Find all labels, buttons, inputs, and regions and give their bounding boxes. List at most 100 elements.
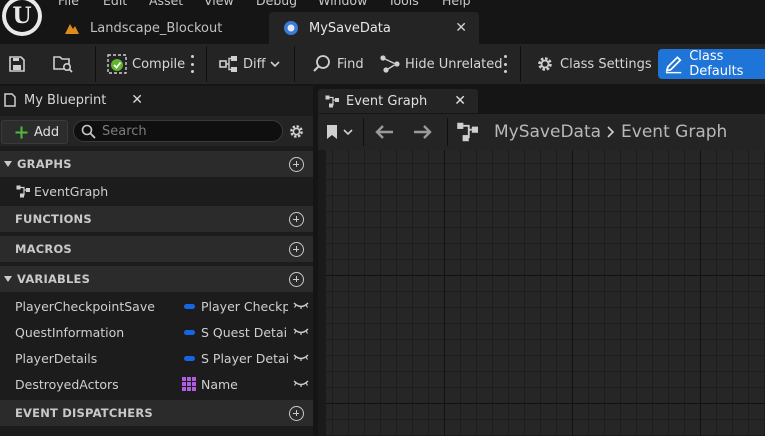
menu-help[interactable]: Help (442, 0, 471, 8)
menu-view[interactable]: View (204, 0, 234, 8)
bookmark-button[interactable] (326, 114, 353, 150)
blueprint-panel-icon (4, 93, 16, 107)
diff-label: Diff (243, 56, 266, 72)
browse-button[interactable] (52, 44, 74, 84)
toolbar-divider (520, 46, 521, 82)
diff-button[interactable]: Diff (219, 44, 280, 84)
variable-name: QuestInformation (15, 324, 125, 340)
section-macros[interactable]: MACROS (0, 236, 313, 262)
section-title: GRAPHS (17, 157, 72, 171)
graph-canvas[interactable] (318, 150, 765, 436)
graph-type-icon (456, 114, 480, 150)
add-function-icon[interactable] (289, 212, 304, 227)
search-input[interactable] (102, 123, 272, 139)
menu-tools[interactable]: Tools (388, 0, 419, 8)
add-label: Add (34, 124, 60, 140)
section-event-dispatchers[interactable]: EVENT DISPATCHERS (0, 400, 313, 426)
breadcrumb-event-graph[interactable]: Event Graph (621, 122, 727, 142)
section-graphs[interactable]: GRAPHS (0, 151, 313, 177)
eye-closed-icon[interactable] (293, 302, 309, 310)
class-defaults-button[interactable]: Class Defaults (658, 49, 765, 79)
chevron-down-icon (343, 129, 353, 136)
graph-icon (325, 95, 339, 107)
add-button[interactable]: Add (1, 120, 68, 144)
breadcrumb-mysavedata[interactable]: MySaveData (494, 122, 601, 142)
menu-file[interactable]: File (58, 0, 79, 8)
toolbar-divider (206, 46, 207, 82)
section-title: VARIABLES (17, 272, 91, 286)
find-label: Find (337, 56, 364, 72)
eye-closed-icon[interactable] (293, 354, 309, 362)
forward-button[interactable] (413, 114, 433, 150)
unreal-logo-icon[interactable]: U (2, 0, 42, 36)
section-title: EVENT DISPATCHERS (15, 406, 153, 420)
section-title: FUNCTIONS (15, 212, 92, 226)
close-icon[interactable]: ✕ (454, 93, 466, 109)
close-icon[interactable]: ✕ (131, 92, 143, 108)
find-button[interactable]: Find (312, 44, 364, 84)
my-blueprint-panel: My Blueprint ✕ Add GRAPHS EventGraph FUN… (0, 86, 313, 436)
close-icon[interactable]: ✕ (455, 20, 467, 36)
compile-label: Compile (132, 56, 186, 72)
variable-type[interactable]: S Player Details (184, 351, 288, 366)
chevron-down-icon (270, 61, 280, 68)
gear-icon (538, 57, 552, 71)
graph-toolbar: MySaveData Event Graph (318, 114, 765, 150)
variable-type-label: S Player Details (201, 350, 288, 366)
variable-type[interactable]: Player Checkpoint Save (184, 299, 288, 314)
graph-item-eventgraph[interactable]: EventGraph (0, 178, 313, 204)
hide-unrelated-button[interactable]: Hide Unrelated (379, 44, 503, 84)
class-defaults-label: Class Defaults (689, 49, 744, 79)
breadcrumb: MySaveData Event Graph (494, 114, 727, 150)
compile-options-icon[interactable] (189, 55, 195, 73)
compile-button[interactable]: Compile (107, 44, 185, 84)
tab-mysavedata[interactable]: MySaveData ✕ (269, 12, 479, 44)
browse-folder-icon (53, 56, 73, 73)
back-button[interactable] (374, 114, 394, 150)
struct-pin-icon (184, 329, 195, 335)
hide-unrelated-options-icon[interactable] (502, 55, 508, 73)
variable-row[interactable]: QuestInformation S Quest Details (0, 319, 313, 345)
my-blueprint-toolbar: Add (0, 116, 313, 146)
toolbar-divider (95, 46, 96, 82)
variable-row[interactable]: PlayerCheckpointSave Player Checkpoint S… (0, 293, 313, 319)
menu-asset[interactable]: Asset (149, 0, 183, 8)
blueprint-icon (283, 20, 299, 36)
tab-landscape-blockout[interactable]: Landscape_Blockout (50, 12, 265, 44)
toolbar-divider (294, 46, 295, 82)
array-grid-icon (182, 377, 196, 391)
variable-type[interactable]: Name (181, 376, 285, 392)
save-button[interactable] (8, 44, 26, 84)
add-graph-icon[interactable] (289, 157, 304, 172)
menu-window[interactable]: Window (318, 0, 367, 8)
variable-type[interactable]: S Quest Details (184, 325, 288, 340)
tab-event-graph[interactable]: Event Graph ✕ (318, 89, 478, 113)
add-macro-icon[interactable] (289, 242, 304, 257)
graph-label: EventGraph (34, 183, 109, 199)
tab-label: My Blueprint (24, 92, 107, 108)
caret-down-icon (4, 161, 12, 167)
settings-gear-icon[interactable] (288, 123, 305, 140)
variable-row[interactable]: PlayerDetails S Player Details (0, 345, 313, 371)
menu-edit[interactable]: Edit (103, 0, 127, 8)
variable-row[interactable]: DestroyedActors Name (0, 371, 313, 397)
class-settings-button[interactable]: Class Settings (535, 44, 652, 84)
section-functions[interactable]: FUNCTIONS (0, 206, 313, 232)
search-icon (313, 55, 330, 72)
add-variable-icon[interactable] (289, 272, 304, 287)
menu-debug[interactable]: Debug (256, 0, 297, 8)
compile-ok-icon (107, 54, 127, 74)
variable-type-label: Player Checkpoint Save (201, 298, 288, 314)
arrow-right-icon (414, 125, 432, 139)
variable-name: PlayerCheckpointSave (15, 298, 155, 314)
variable-type-label: S Quest Details (201, 324, 288, 340)
tab-label: MySaveData (309, 20, 391, 36)
tab-my-blueprint[interactable]: My Blueprint ✕ (0, 86, 155, 114)
graph-icon (16, 185, 30, 197)
struct-pin-icon (184, 355, 195, 361)
eye-closed-icon[interactable] (293, 380, 309, 388)
section-variables[interactable]: VARIABLES (0, 266, 313, 292)
add-event-dispatcher-icon[interactable] (289, 406, 304, 421)
eye-closed-icon[interactable] (293, 328, 309, 336)
tab-label: Event Graph (346, 93, 428, 109)
